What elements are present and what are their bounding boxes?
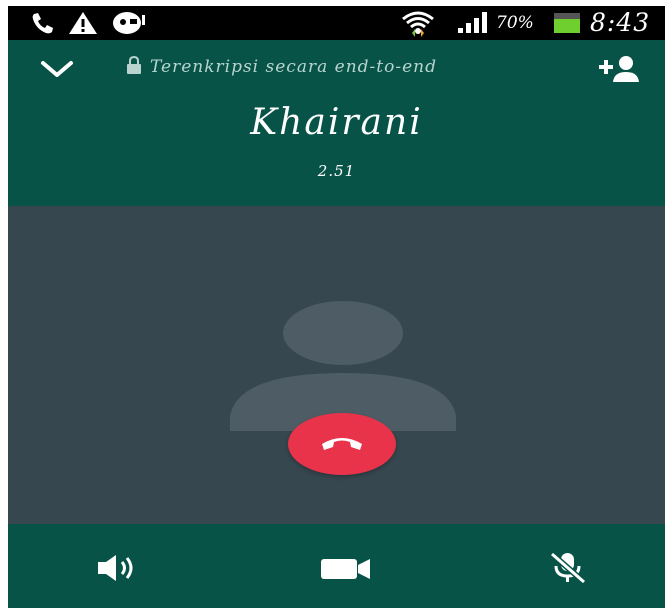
add-participant-icon[interactable]	[599, 54, 641, 88]
chevron-down-icon[interactable]	[39, 57, 75, 85]
avatar-area	[8, 206, 665, 524]
caller-name: Khairani	[250, 102, 423, 143]
speaker-icon[interactable]	[96, 553, 142, 587]
video-camera-icon[interactable]	[320, 557, 376, 585]
battery-percent: 70%	[496, 13, 534, 33]
call-screen: 70% 8:43 Terenkripsi secara end-to-end K…	[8, 6, 665, 608]
battery-icon	[553, 12, 581, 38]
encryption-notice: Terenkripsi secara end-to-end	[126, 55, 437, 78]
phone-call-icon	[30, 11, 56, 39]
lock-icon	[126, 55, 142, 78]
warning-icon	[68, 11, 98, 39]
status-clock: 8:43	[590, 8, 651, 37]
wifi-icon	[401, 9, 435, 41]
end-call-button[interactable]	[288, 413, 396, 475]
encryption-text: Terenkripsi secara end-to-end	[150, 57, 437, 77]
mute-microphone-icon[interactable]	[546, 550, 590, 590]
status-bar: 70% 8:43	[8, 6, 665, 40]
call-controls	[8, 524, 665, 608]
voicemail-icon	[112, 11, 146, 39]
signal-icon	[456, 10, 492, 38]
call-header: Terenkripsi secara end-to-end Khairani 2…	[8, 40, 665, 206]
call-timer: 2.51	[317, 162, 356, 180]
